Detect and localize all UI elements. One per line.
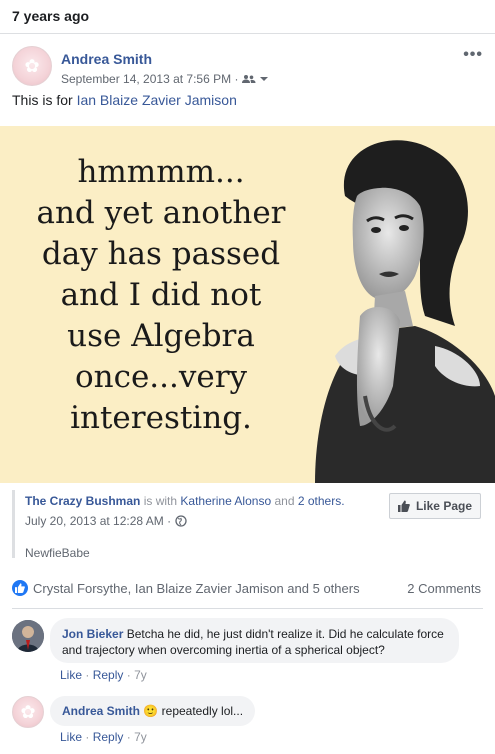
tagged-person-link[interactable]: Ian Blaize Zavier Jamison	[77, 92, 237, 108]
commenter-name[interactable]: Andrea Smith	[62, 704, 140, 718]
memory-label: 7 years ago	[12, 8, 90, 24]
retro-woman-illustration	[315, 140, 495, 483]
meme-line: once...very	[74, 359, 248, 395]
smiley-emoji: 🙂	[143, 704, 159, 718]
post-timestamp[interactable]: September 14, 2013 at 7:56 PM ·	[61, 72, 238, 86]
post-text-prefix: This is for	[12, 92, 77, 108]
post-text: This is for Ian Blaize Zavier Jamison	[0, 92, 495, 118]
more-options-button[interactable]: •••	[463, 46, 483, 64]
comments-count[interactable]: 2 Comments	[407, 581, 481, 596]
commenter-avatar[interactable]: ✿	[12, 696, 44, 728]
comment-age[interactable]: 7y	[134, 730, 147, 744]
comment-actions: Like · Reply · 7y	[60, 730, 147, 744]
comment-bubble: Andrea Smith 🙂 repeatedly lol...	[50, 696, 256, 726]
shared-page-name[interactable]: The Crazy Bushman	[25, 494, 140, 508]
meme-caption: hmmmm... and yet another day has passed …	[0, 152, 322, 439]
reactions-bar: Crystal Forsythe, Ian Blaize Zavier Jami…	[12, 577, 481, 599]
comment-age[interactable]: 7y	[134, 668, 147, 682]
divider	[12, 608, 483, 609]
shared-tagged-link[interactable]: Katherine Alonso	[180, 494, 271, 508]
meme-line: use Algebra	[67, 318, 255, 354]
comment: Jon Bieker Betcha he did, he just didn't…	[12, 618, 483, 690]
comment-like-link[interactable]: Like	[60, 668, 82, 682]
commenter-avatar[interactable]	[12, 620, 44, 652]
comment: ✿ Andrea Smith 🙂 repeatedly lol... Like …	[12, 696, 483, 752]
comment-bubble: Jon Bieker Betcha he did, he just didn't…	[50, 618, 459, 663]
thumbs-up-icon	[397, 500, 410, 512]
friends-audience-icon[interactable]	[242, 74, 256, 84]
separator: ·	[85, 730, 90, 744]
meme-line: day has passed	[41, 236, 281, 272]
post-author[interactable]: Andrea Smith	[61, 51, 152, 67]
like-page-label: Like Page	[415, 499, 472, 513]
comment-like-link[interactable]: Like	[60, 730, 82, 744]
comment-text: repeatedly lol...	[161, 704, 244, 718]
like-reaction-icon[interactable]	[12, 580, 28, 596]
comment-reply-link[interactable]: Reply	[93, 730, 124, 744]
shared-caption: NewfieBabe	[25, 546, 90, 560]
shared-and-text: and	[274, 494, 295, 508]
separator: ·	[126, 668, 131, 682]
comment-actions: Like · Reply · 7y	[60, 668, 147, 682]
commenter-name[interactable]: Jon Bieker	[62, 627, 123, 641]
meme-line: interesting.	[70, 400, 252, 436]
meme-line: and I did not	[60, 277, 262, 313]
post-header: ✿ Andrea Smith September 14, 2013 at 7:5…	[0, 34, 495, 92]
shared-others-link[interactable]: 2 others.	[298, 494, 345, 508]
separator: ·	[126, 730, 131, 744]
author-avatar[interactable]: ✿	[12, 46, 52, 86]
meme-line: and yet another	[36, 195, 286, 231]
post-meta: September 14, 2013 at 7:56 PM ·	[61, 72, 269, 86]
shared-with-text: is with	[143, 494, 178, 508]
separator: ·	[85, 668, 90, 682]
meme-line: hmmmm...	[77, 154, 245, 190]
globe-icon	[175, 515, 187, 527]
caret-down-icon[interactable]	[260, 76, 269, 82]
like-page-button[interactable]: Like Page	[388, 493, 481, 519]
comment-reply-link[interactable]: Reply	[93, 668, 124, 682]
memory-header: 7 years ago	[0, 0, 495, 34]
post-image[interactable]: hmmmm... and yet another day has passed …	[0, 126, 495, 483]
shared-date[interactable]: July 20, 2013 at 12:28 AM ·	[25, 514, 171, 528]
reaction-names[interactable]: Crystal Forsythe, Ian Blaize Zavier Jami…	[33, 581, 360, 596]
